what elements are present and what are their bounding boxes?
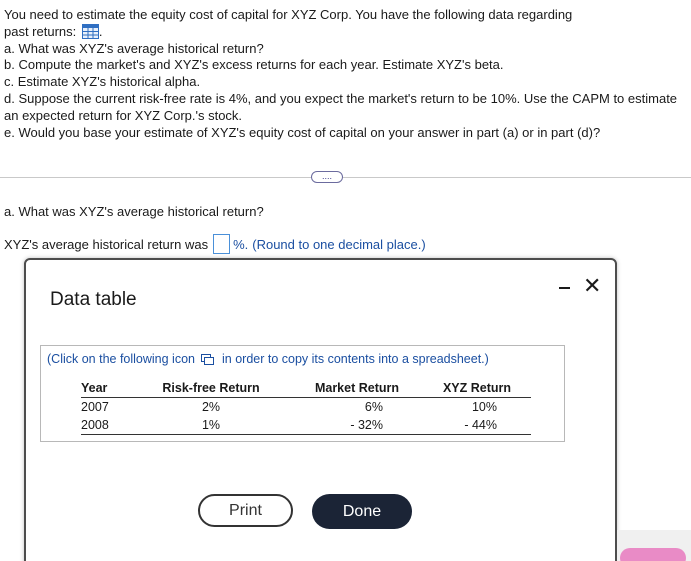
expand-more-button[interactable]: .... xyxy=(311,171,343,183)
cell-risk-free: 2% xyxy=(201,400,221,414)
rounding-hint: (Round to one decimal place.) xyxy=(252,236,426,252)
returns-table: Year Risk-free Return Market Return XYZ … xyxy=(81,379,531,435)
section-divider xyxy=(0,177,691,178)
answer-suffix: %. xyxy=(233,236,249,252)
question-text: You need to estimate the equity cost of … xyxy=(4,7,688,141)
cell-xyz: 10% xyxy=(471,400,497,414)
minimize-icon[interactable] xyxy=(559,287,570,289)
answer-line: XYZ's average historical return was %. (… xyxy=(4,234,426,254)
question-part-c: c. Estimate XYZ's historical alpha. xyxy=(4,74,201,90)
question-part-a: a. What was XYZ's average historical ret… xyxy=(4,40,264,56)
data-panel: (Click on the following icon in order to… xyxy=(40,345,565,442)
copy-note: (Click on the following icon in order to… xyxy=(47,352,489,366)
question-part-e: e. Would you base your estimate of XYZ's… xyxy=(4,124,601,140)
question-line-2: past returns: . xyxy=(4,23,103,39)
copy-to-spreadsheet-icon[interactable] xyxy=(201,353,214,365)
cell-market: - 32% xyxy=(271,416,401,435)
header-xyz: XYZ Return xyxy=(401,379,531,398)
header-year: Year xyxy=(81,379,151,398)
cell-xyz: - 44% xyxy=(401,416,531,435)
answer-prefix: XYZ's average historical return was xyxy=(4,236,209,252)
cell-year: 2008 xyxy=(81,416,151,435)
print-button[interactable]: Print xyxy=(198,494,293,527)
background-action-button[interactable] xyxy=(620,548,686,561)
cell-market: 6% xyxy=(364,400,383,414)
cell-year: 2007 xyxy=(81,400,109,414)
header-market: Market Return xyxy=(271,379,401,398)
header-risk-free: Risk-free Return xyxy=(151,379,271,398)
dialog-title: Data table xyxy=(50,289,137,310)
question-part-d: d. Suppose the current risk-free rate is… xyxy=(4,90,678,106)
question-line-1: You need to estimate the equity cost of … xyxy=(4,7,573,22)
question-part-d-cont: an expected return for XYZ Corp.'s stock… xyxy=(4,107,243,123)
close-icon[interactable]: ✕ xyxy=(583,275,601,297)
cell-risk-free: 1% xyxy=(151,416,271,435)
table-row: 2007 2% 6% 10% xyxy=(81,398,531,417)
data-table-dialog: Data table ✕ (Click on the following ico… xyxy=(24,258,617,561)
table-row: 2008 1% - 32% - 44% xyxy=(81,416,531,435)
part-a-prompt: a. What was XYZ's average historical ret… xyxy=(4,204,264,219)
done-button[interactable]: Done xyxy=(312,494,412,529)
data-table-icon[interactable] xyxy=(81,23,99,39)
average-return-input[interactable] xyxy=(213,234,231,254)
table-header-row: Year Risk-free Return Market Return XYZ … xyxy=(81,379,531,398)
question-part-b: b. Compute the market's and XYZ's excess… xyxy=(4,57,504,73)
